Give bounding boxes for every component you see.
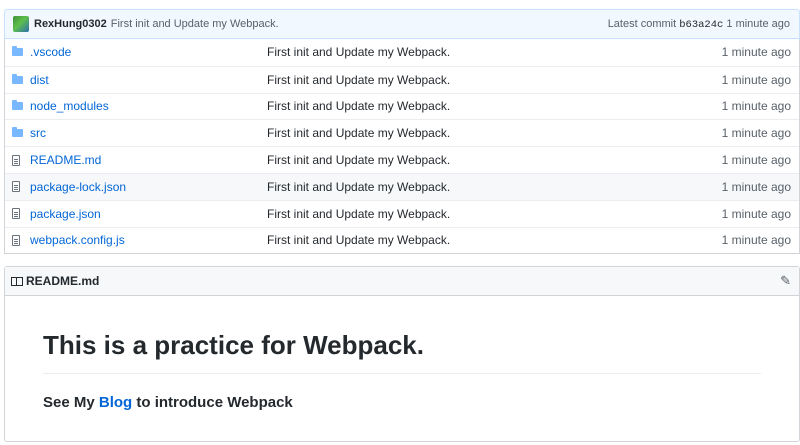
latest-commit-bar: RexHung0302 First init and Update my Web… bbox=[4, 9, 800, 39]
table-row: .vscode First init and Update my Webpack… bbox=[5, 39, 799, 66]
folder-icon bbox=[12, 127, 28, 138]
file-icon bbox=[12, 154, 28, 166]
paragraph-text-before: See My bbox=[43, 394, 99, 411]
file-name-link[interactable]: webpack.config.js bbox=[30, 233, 267, 247]
readme-paragraph: See My Blog to introduce Webpack bbox=[43, 394, 761, 411]
readme-header: README.md ✎ bbox=[5, 267, 799, 296]
file-age: 1 minute ago bbox=[721, 206, 791, 221]
file-name-link[interactable]: package-lock.json bbox=[30, 180, 267, 194]
file-list: .vscode First init and Update my Webpack… bbox=[4, 39, 800, 255]
readme-heading: This is a practice for Webpack. bbox=[43, 330, 761, 374]
file-age: 1 minute ago bbox=[721, 233, 791, 248]
paragraph-text-after: to introduce Webpack bbox=[132, 394, 293, 411]
pencil-icon[interactable]: ✎ bbox=[780, 273, 791, 289]
file-name-link[interactable]: src bbox=[30, 126, 267, 140]
folder-icon bbox=[12, 100, 28, 111]
file-commit-message[interactable]: First init and Update my Webpack. bbox=[267, 207, 450, 221]
file-age: 1 minute ago bbox=[721, 72, 791, 87]
table-row: package-lock.json First init and Update … bbox=[5, 172, 799, 200]
file-age: 1 minute ago bbox=[721, 99, 791, 114]
file-commit-message[interactable]: First init and Update my Webpack. bbox=[267, 180, 450, 194]
table-row: webpack.config.js First init and Update … bbox=[5, 226, 799, 254]
file-name-link[interactable]: node_modules bbox=[30, 99, 267, 113]
commit-sha[interactable]: b63a24c bbox=[679, 19, 723, 31]
file-commit-message[interactable]: First init and Update my Webpack. bbox=[267, 45, 450, 59]
commit-message[interactable]: First init and Update my Webpack. bbox=[111, 18, 279, 30]
book-icon bbox=[11, 276, 23, 286]
blog-link[interactable]: Blog bbox=[99, 394, 132, 411]
file-age: 1 minute ago bbox=[721, 45, 791, 60]
file-commit-message[interactable]: First init and Update my Webpack. bbox=[267, 126, 450, 140]
readme-content: This is a practice for Webpack. See My B… bbox=[5, 330, 799, 411]
folder-icon bbox=[12, 46, 28, 57]
table-row: README.md First init and Update my Webpa… bbox=[5, 146, 799, 173]
file-name-link[interactable]: dist bbox=[30, 73, 267, 87]
folder-icon bbox=[12, 73, 28, 84]
table-row: dist First init and Update my Webpack. 1… bbox=[5, 65, 799, 93]
commit-age: 1 minute ago bbox=[726, 17, 790, 30]
file-name-link[interactable]: .vscode bbox=[30, 45, 267, 59]
commit-author[interactable]: RexHung0302 bbox=[34, 18, 107, 30]
file-age: 1 minute ago bbox=[721, 153, 791, 168]
table-row: node_modules First init and Update my We… bbox=[5, 92, 799, 120]
readme-filename: README.md bbox=[26, 274, 100, 288]
file-age: 1 minute ago bbox=[721, 179, 791, 194]
file-name-link[interactable]: README.md bbox=[30, 153, 267, 167]
file-age: 1 minute ago bbox=[721, 126, 791, 141]
file-name-link[interactable]: package.json bbox=[30, 207, 267, 221]
readme-panel: README.md ✎ This is a practice for Webpa… bbox=[4, 266, 800, 442]
table-row: src First init and Update my Webpack. 1 … bbox=[5, 119, 799, 146]
file-icon bbox=[12, 208, 28, 220]
file-commit-message[interactable]: First init and Update my Webpack. bbox=[267, 233, 450, 247]
table-row: package.json First init and Update my We… bbox=[5, 199, 799, 227]
file-commit-message[interactable]: First init and Update my Webpack. bbox=[267, 99, 450, 113]
file-commit-message[interactable]: First init and Update my Webpack. bbox=[267, 153, 450, 167]
file-commit-message[interactable]: First init and Update my Webpack. bbox=[267, 73, 450, 87]
file-icon bbox=[12, 234, 28, 246]
file-icon bbox=[12, 181, 28, 193]
commit-info: Latest commit b63a24c 1 minute ago bbox=[608, 18, 790, 31]
avatar[interactable] bbox=[13, 16, 29, 32]
latest-commit-label: Latest commit bbox=[607, 17, 677, 30]
